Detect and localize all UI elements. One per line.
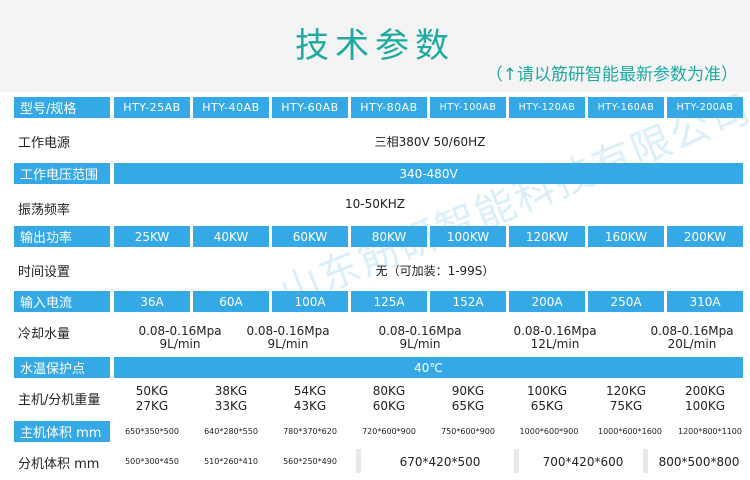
host-weight: 120KG [605,384,647,398]
voltage-range-value: 340-480V [114,163,743,184]
cooling-flow: 9L/min [267,337,309,351]
frequency-label: 振荡频率 [18,202,71,218]
spec-sheet: 技术参数 （↑请以筋研智能最新参数为准） 山东筋研智能科技有限公司 型号/规格 … [0,0,750,480]
weight-cell: 120KG 75KG [588,382,664,416]
host-weight: 80KG [372,384,406,398]
unit-volume-cell: 800*500*800 [658,454,740,469]
weight-cell: 90KG 65KG [430,382,506,416]
input-current-cell: 310A [667,291,743,312]
host-volume-cell: 750*600*900 [441,427,495,436]
divider [356,449,361,473]
weight-cell: 80KG 60KG [351,382,427,416]
cooling-flow: 20L/min [667,337,717,351]
unit-volume-cell: 510*260*410 [204,457,258,466]
output-power-cell: 120KW [509,226,585,247]
output-power-cell: 160KW [588,226,664,247]
input-current-cell: 60A [193,291,269,312]
input-current-cell: 152A [430,291,506,312]
host-volume-cell: 650*350*500 [125,427,179,436]
cooling-water-group: 0.08-0.16Mpa 20L/min [642,325,742,351]
unit-volume-cell: 670*420*500 [399,454,481,469]
divider [514,449,519,473]
host-volume-cell: 1200*800*1100 [678,427,742,436]
input-current-cell: 200A [509,291,585,312]
output-power-cell: 200KW [667,226,743,247]
cooling-flow: 9L/min [159,337,201,351]
voltage-range-label: 工作电压范围 [14,163,110,184]
input-current-label: 输入电流 [14,291,110,312]
output-power-cell: 40KW [193,226,269,247]
host-volume-cell: 640*280*550 [204,427,258,436]
water-protection-label: 水温保护点 [14,357,110,378]
unit-weight: 33KG [214,399,248,413]
unit-weight: 27KG [135,399,169,413]
model-cell: HTY-100AB [430,97,506,118]
model-cell: HTY-40AB [193,97,269,118]
host-volume-cell: 720*600*900 [362,427,416,436]
page-subtitle: （↑请以筋研智能最新参数为准） [485,65,738,85]
host-weight: 90KG [451,384,485,398]
host-weight: 100KG [526,384,568,398]
input-current-cell: 36A [114,291,190,312]
frequency-value: 10-50KHZ [345,197,405,211]
weight-cell: 200KG 100KG [667,382,743,416]
unit-volume-cell: 560*250*490 [283,457,337,466]
unit-weight: 65KG [530,399,564,413]
input-current-cell: 100A [272,291,348,312]
model-cell: HTY-80AB [351,97,427,118]
model-cell: HTY-160AB [588,97,664,118]
unit-volume-label: 分机体积 mm [18,456,100,472]
model-cell: HTY-25AB [114,97,190,118]
unit-weight: 65KG [451,399,485,413]
cooling-water-group: 0.08-0.16Mpa 9L/min [130,325,230,351]
cooling-water-group: 0.08-0.16Mpa 9L/min [238,325,338,351]
unit-weight: 100KG [684,399,726,413]
unit-weight: 60KG [372,399,406,413]
output-power-label: 输出功率 [14,226,110,247]
host-volume-cell: 780*370*620 [283,427,337,436]
weight-label: 主机/分机重量 [18,392,101,408]
host-weight: 50KG [135,384,169,398]
host-volume-cell: 1000*600*1600 [598,427,662,436]
unit-volume-cell: 500*300*450 [125,457,179,466]
water-protection-value: 40℃ [114,357,743,378]
input-current-cell: 250A [588,291,664,312]
output-power-cell: 80KW [351,226,427,247]
cooling-water-label: 冷却水量 [18,326,71,342]
time-setting-value: 无（可加装：1-99S） [375,263,495,278]
models-label: 型号/规格 [14,97,110,118]
unit-volume-cell: 700*420*600 [542,454,624,469]
weight-cell: 50KG 27KG [114,382,190,416]
cooling-flow: 9L/min [399,337,441,351]
host-volume-label: 主机体积 mm [14,421,110,442]
weight-cell: 38KG 33KG [193,382,269,416]
output-power-cell: 25KW [114,226,190,247]
divider [643,449,648,473]
time-setting-label: 时间设置 [18,264,71,280]
cooling-water-group: 0.08-0.16Mpa 9L/min [370,325,470,351]
model-cell: HTY-60AB [272,97,348,118]
output-power-cell: 60KW [272,226,348,247]
host-volume-cell: 1000*600*900 [519,427,579,436]
cooling-flow: 12L/min [530,337,580,351]
host-weight: 38KG [214,384,248,398]
unit-weight: 43KG [293,399,327,413]
power-supply-label: 工作电源 [18,135,71,151]
unit-weight: 75KG [609,399,643,413]
model-cell: HTY-120AB [509,97,585,118]
cooling-water-group: 0.08-0.16Mpa 12L/min [505,325,605,351]
host-weight: 54KG [293,384,327,398]
output-power-cell: 100KW [430,226,506,247]
host-weight: 200KG [684,384,726,398]
weight-cell: 54KG 43KG [272,382,348,416]
model-cell: HTY-200AB [667,97,743,118]
input-current-cell: 125A [351,291,427,312]
weight-cell: 100KG 65KG [509,382,585,416]
power-supply-value: 三相380V 50/60HZ [374,134,486,149]
